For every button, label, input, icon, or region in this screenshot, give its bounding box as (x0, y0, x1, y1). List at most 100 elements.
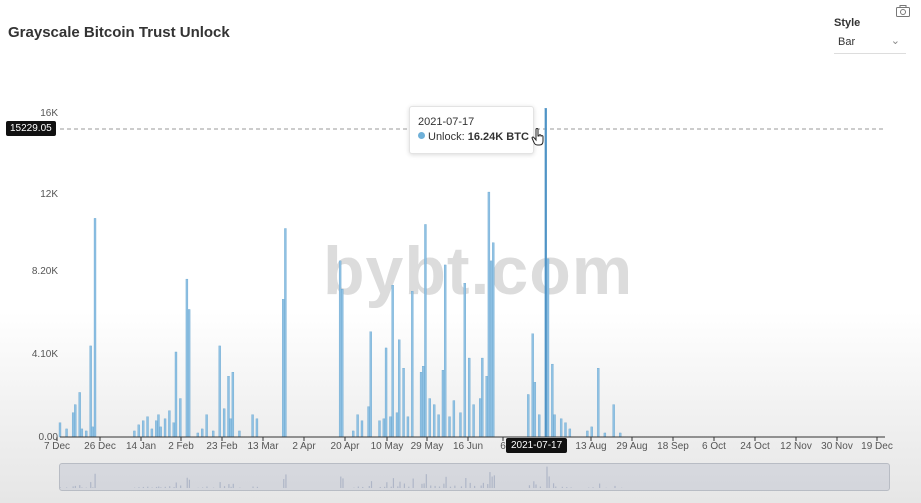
bar[interactable] (533, 382, 537, 438)
bar[interactable] (91, 426, 94, 438)
bar[interactable] (133, 430, 136, 438)
bar[interactable] (443, 264, 447, 438)
bar[interactable] (74, 404, 77, 438)
bar[interactable] (65, 428, 68, 438)
bar[interactable] (89, 345, 92, 438)
bar[interactable] (568, 428, 572, 438)
bar[interactable] (146, 416, 149, 438)
bar[interactable] (433, 404, 436, 438)
bar[interactable] (155, 420, 158, 438)
bar[interactable] (428, 398, 431, 438)
bar[interactable] (551, 363, 554, 438)
bar[interactable] (378, 420, 381, 438)
bar[interactable] (150, 428, 154, 438)
bar[interactable] (80, 428, 84, 438)
bar[interactable] (168, 410, 171, 438)
bar[interactable] (481, 357, 484, 438)
bar[interactable] (544, 108, 547, 438)
bar[interactable] (597, 368, 600, 438)
bar[interactable] (590, 426, 593, 438)
bar[interactable] (163, 418, 167, 438)
bar[interactable] (402, 368, 405, 438)
bar[interactable] (356, 414, 359, 438)
bar[interactable] (229, 418, 232, 438)
bar[interactable] (479, 398, 482, 438)
bar[interactable] (603, 432, 607, 438)
bar[interactable] (452, 400, 456, 438)
bar[interactable] (360, 420, 364, 438)
bar[interactable] (472, 404, 475, 438)
bar[interactable] (441, 370, 445, 438)
bar[interactable] (389, 416, 392, 438)
bar[interactable] (187, 309, 191, 438)
bar[interactable] (527, 394, 530, 438)
bar[interactable] (619, 432, 622, 438)
bar[interactable] (172, 422, 175, 438)
bar[interactable] (382, 418, 386, 438)
x-tick-label: 26 Dec (84, 441, 116, 452)
bar[interactable] (338, 260, 342, 438)
x-tick-label: 19 Dec (861, 441, 893, 452)
bar[interactable] (196, 432, 200, 438)
bar[interactable] (538, 414, 541, 438)
bar[interactable] (492, 242, 495, 438)
bar[interactable] (448, 416, 451, 438)
zoom-slider[interactable] (59, 463, 890, 491)
bar[interactable] (201, 428, 204, 438)
bar[interactable] (212, 430, 215, 438)
bar[interactable] (406, 416, 410, 438)
bar[interactable] (564, 422, 567, 438)
bar[interactable] (485, 376, 488, 438)
bar[interactable] (142, 420, 145, 438)
bar[interactable] (85, 430, 88, 438)
bar[interactable] (159, 426, 162, 438)
bar[interactable] (222, 408, 226, 438)
bar[interactable] (384, 347, 388, 438)
bar[interactable] (391, 285, 394, 438)
bar[interactable] (137, 424, 140, 438)
bar[interactable] (487, 191, 491, 438)
bar[interactable] (612, 404, 615, 438)
bar[interactable] (282, 299, 285, 438)
bar[interactable] (398, 339, 401, 438)
bar[interactable] (341, 289, 344, 438)
bar[interactable] (231, 372, 235, 438)
bar[interactable] (58, 422, 62, 438)
bar[interactable] (369, 331, 372, 438)
bar[interactable] (424, 224, 427, 438)
unlock-bar-chart[interactable]: 0.004.10K8.20K12K16K 7 Dec 26 Dec 14 Jan 2 … (0, 0, 921, 503)
bar[interactable] (205, 414, 208, 438)
bar[interactable] (185, 278, 189, 438)
bar[interactable] (459, 412, 462, 438)
x-tick-label: 24 Oct (740, 441, 770, 452)
bar[interactable] (78, 392, 81, 438)
bar[interactable] (352, 430, 355, 438)
bar[interactable] (255, 418, 259, 438)
bar[interactable] (251, 414, 254, 438)
bar[interactable] (227, 376, 230, 438)
bar[interactable] (411, 291, 414, 438)
bar[interactable] (463, 282, 466, 438)
bar[interactable] (174, 351, 178, 438)
bar[interactable] (218, 345, 221, 438)
bar[interactable] (93, 218, 97, 438)
bar[interactable] (546, 258, 550, 438)
bar[interactable] (179, 398, 182, 438)
bar[interactable] (71, 412, 75, 438)
bar[interactable] (553, 414, 556, 438)
bar[interactable] (157, 414, 160, 438)
bar[interactable] (238, 430, 241, 438)
x-tick-label: 23 Feb (206, 441, 238, 452)
x-tick-label: 6 Oct (702, 441, 726, 452)
bar[interactable] (468, 357, 471, 438)
bar[interactable] (437, 414, 440, 438)
bar[interactable] (395, 412, 399, 438)
bar[interactable] (284, 228, 287, 438)
bar[interactable] (559, 418, 563, 438)
bar[interactable] (419, 372, 423, 438)
bar[interactable] (586, 430, 589, 438)
bar[interactable] (422, 365, 425, 438)
bar[interactable] (489, 260, 493, 438)
bar[interactable] (531, 333, 534, 438)
bar[interactable] (367, 406, 370, 438)
